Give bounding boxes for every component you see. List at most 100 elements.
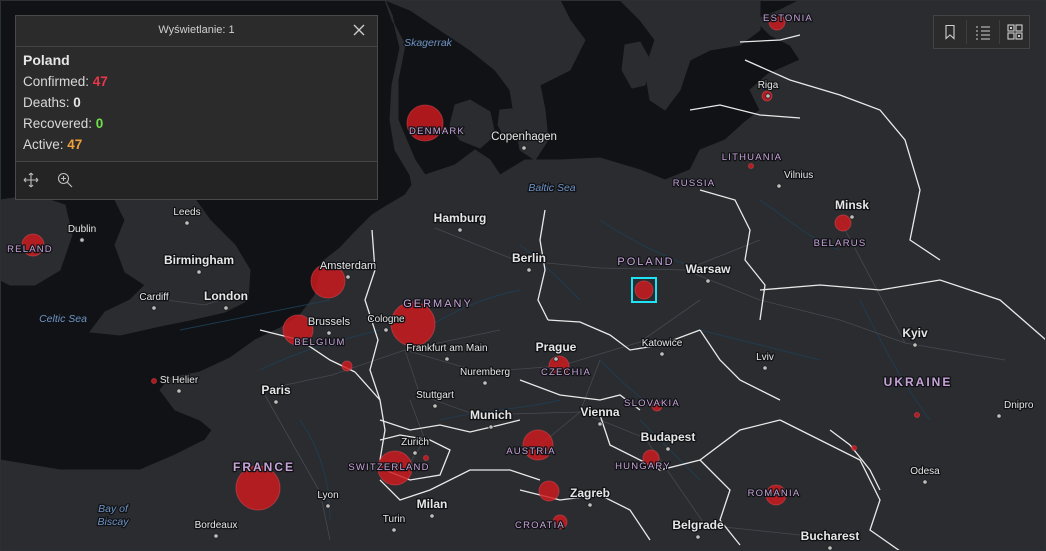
city-label-turin: Turin — [383, 514, 405, 525]
country-label-croatia: CROATIA — [515, 520, 565, 531]
city-dot — [412, 450, 418, 456]
popup-row-confirmed: Confirmed: 47 — [23, 71, 370, 92]
move-icon[interactable] — [23, 172, 39, 188]
city-dot — [213, 533, 219, 539]
city-dot — [526, 267, 532, 273]
city-label-munich: Munich — [470, 408, 512, 422]
city-dot — [273, 399, 279, 405]
city-dot — [383, 327, 389, 333]
city-dot — [151, 305, 157, 311]
recovered-label: Recovered: — [23, 116, 96, 131]
city-label-vilnius: Vilnius — [784, 170, 813, 181]
city-dot — [521, 145, 527, 151]
city-dot — [553, 356, 559, 362]
city-label-copenhagen: Copenhagen — [491, 131, 557, 143]
country-label-hungary: HUNGARY — [615, 461, 671, 472]
close-icon[interactable] — [351, 22, 367, 38]
city-label-katowice: Katowice — [642, 338, 683, 349]
city-label-brussels: Brussels — [308, 316, 351, 328]
city-dot — [765, 93, 771, 99]
city-label-paris: Paris — [261, 383, 291, 397]
city-dot — [79, 237, 85, 243]
city-label-stuttgart: Stuttgart — [416, 390, 454, 401]
city-dot — [457, 227, 463, 233]
city-dot — [432, 403, 438, 409]
city-dot — [482, 380, 488, 386]
city-dot — [444, 356, 450, 362]
country-label-austria: AUSTRIA — [506, 446, 556, 457]
city-dot — [223, 305, 229, 311]
city-label-frankfurt-am-main: Frankfurt am Main — [406, 343, 487, 354]
confirmed-value: 47 — [92, 74, 108, 89]
city-label-amsterdam: Amsterdam — [320, 260, 376, 272]
country-label-ukraine: UKRAINE — [884, 375, 953, 389]
country-label-belarus: BELARUS — [814, 238, 867, 249]
popup-body: Poland Confirmed: 47 Deaths: 0 Recovered… — [16, 49, 377, 155]
city-dot — [345, 274, 351, 280]
case-marker-slovenia[interactable] — [538, 480, 560, 502]
country-label-slovakia: SLOVAKIA — [624, 398, 680, 409]
country-label-ireland: RELAND — [7, 244, 53, 255]
city-label-bucharest: Bucharest — [801, 529, 860, 543]
water-label-bay-of-biscay: Bay of — [98, 503, 129, 515]
case-marker-poland[interactable] — [634, 280, 654, 300]
popup-row-deaths: Deaths: 0 — [23, 92, 370, 113]
confirmed-label: Confirmed: — [23, 74, 93, 89]
city-label-cologne: Cologne — [367, 314, 405, 325]
case-marker-jersey[interactable] — [151, 378, 157, 384]
city-label-warsaw: Warsaw — [686, 262, 732, 276]
popup-footer — [16, 161, 377, 199]
city-label-kyiv: Kyiv — [902, 326, 928, 340]
bookmark-icon[interactable] — [934, 16, 966, 48]
feature-popup: Wyświetlanie: 1 Poland Confirmed: 47 Dea… — [15, 15, 378, 200]
legend-list-icon[interactable] — [967, 16, 999, 48]
country-label-france: FRANCE — [233, 460, 295, 474]
city-label-hamburg: Hamburg — [434, 211, 487, 225]
city-label-milan: Milan — [417, 497, 448, 511]
city-label-leeds: Leeds — [173, 207, 200, 218]
basemap-gallery-icon[interactable] — [999, 16, 1031, 48]
city-dot — [912, 342, 918, 348]
case-marker-luxembourg[interactable] — [341, 360, 353, 372]
country-label-denmark: DENMARK — [409, 126, 465, 137]
city-label-zurich: Zurich — [401, 437, 429, 448]
city-dot — [325, 503, 331, 509]
city-dot — [176, 388, 182, 394]
country-label-czechia: CZECHIA — [541, 367, 591, 378]
water-label-bay-of-biscay: Biscay — [98, 516, 130, 528]
country-label-poland: POLAND — [617, 256, 674, 268]
city-label-zagreb: Zagreb — [570, 486, 610, 500]
city-label-lyon: Lyon — [317, 490, 338, 501]
city-label-prague: Prague — [536, 340, 577, 354]
water-label-celtic-sea: Celtic Sea — [39, 313, 87, 325]
popup-feature-count: Wyświetlanie: 1 — [158, 24, 235, 36]
city-label-berlin: Berlin — [512, 251, 546, 265]
popup-row-active: Active: 47 — [23, 134, 370, 155]
city-label-cardiff: Cardiff — [139, 292, 168, 303]
deaths-label: Deaths: — [23, 95, 74, 110]
city-label-nuremberg: Nuremberg — [460, 367, 510, 378]
city-dot — [597, 421, 603, 427]
city-dot — [196, 269, 202, 275]
city-dot — [922, 479, 928, 485]
city-label-riga: Riga — [758, 80, 779, 91]
city-label-st-helier: St Helier — [160, 375, 199, 386]
case-marker-belarus[interactable] — [834, 214, 852, 232]
country-label-russia: RUSSIA — [673, 178, 716, 189]
city-label-birmingham: Birmingham — [164, 253, 234, 267]
zoom-to-icon[interactable] — [57, 172, 73, 188]
active-label: Active: — [23, 137, 68, 152]
map-widgets-toolbar — [933, 15, 1030, 49]
water-label-skagerrak: Skagerrak — [404, 37, 453, 49]
city-dot — [326, 330, 332, 336]
city-dot — [587, 502, 593, 508]
city-dot — [184, 220, 190, 226]
popup-header: Wyświetlanie: 1 — [16, 16, 377, 47]
country-label-belgium: BELGIUM — [294, 337, 345, 348]
case-marker-lithuania[interactable] — [748, 163, 754, 169]
case-marker-ukraine[interactable] — [914, 412, 920, 418]
city-label-vienna: Vienna — [580, 405, 619, 419]
case-marker-moldova[interactable] — [851, 445, 857, 451]
recovered-value: 0 — [95, 116, 104, 131]
case-marker-liechtenstein[interactable] — [423, 455, 429, 461]
